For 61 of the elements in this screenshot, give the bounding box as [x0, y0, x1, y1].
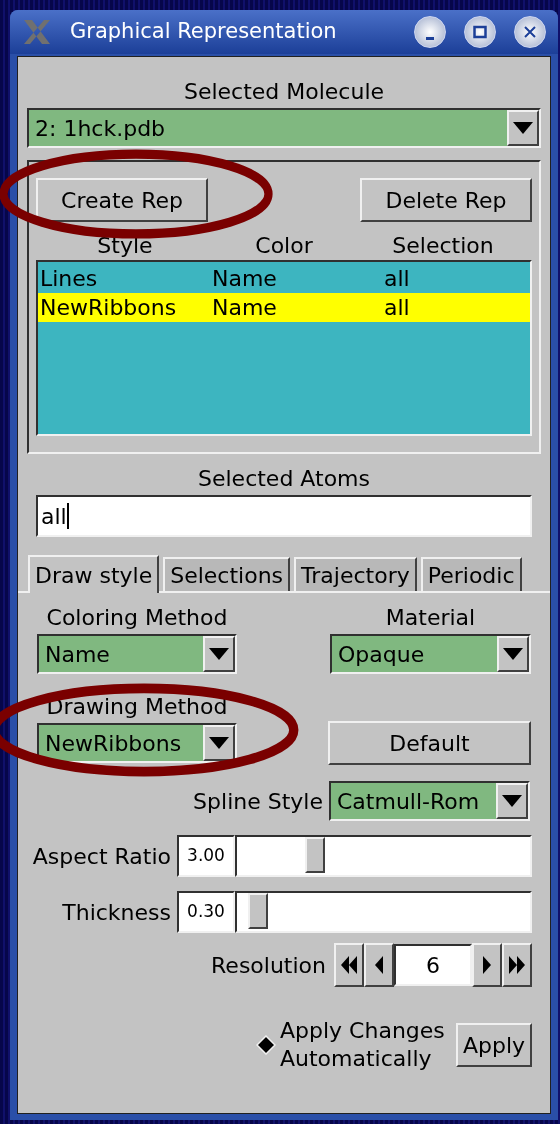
slider-thumb[interactable]	[247, 893, 268, 929]
column-header: Color	[254, 231, 314, 260]
increment-button[interactable]	[472, 943, 502, 987]
table-cell-text: Name	[212, 265, 278, 293]
minimize-icon	[423, 36, 437, 40]
coloring-label: Coloring Method	[46, 604, 228, 632]
rep-button[interactable]: Create Rep	[36, 178, 208, 222]
decrement-button[interactable]	[334, 943, 364, 987]
rep-button[interactable]: Delete Rep	[360, 178, 532, 222]
rep-row[interactable]: NewRibbons Name all	[38, 293, 530, 322]
caret-icon	[503, 648, 523, 660]
caret-icon	[209, 648, 229, 660]
dropdown[interactable]: Catmull-Rom	[329, 781, 530, 821]
step-right-icon	[483, 956, 491, 974]
window-title: Graphical Representation	[70, 18, 338, 46]
table-cell-text: NewRibbons	[39, 294, 178, 322]
fast-right-icon	[509, 956, 525, 974]
dropdown[interactable]: Name	[37, 634, 237, 674]
tab[interactable]: Periodic	[420, 557, 522, 591]
close-button[interactable]	[514, 16, 546, 48]
table-cell-text: Lines	[39, 265, 99, 293]
atoms-input[interactable]: all	[36, 495, 532, 537]
column-header: Selection	[391, 231, 495, 260]
dropdown[interactable]: 2: 1hck.pdb	[27, 108, 541, 148]
step-left-icon	[375, 956, 383, 974]
default-button[interactable]: Default	[328, 721, 531, 765]
tab[interactable]: Draw style	[28, 555, 160, 593]
slider-value-field[interactable]: 3.00	[177, 835, 235, 877]
atoms-label: Selected Atoms	[198, 465, 370, 493]
minimize-button[interactable]	[414, 16, 446, 48]
maximize-icon	[473, 25, 487, 39]
caret-icon	[513, 122, 533, 134]
tab[interactable]: Trajectory	[294, 557, 417, 591]
spline-label: Spline Style	[193, 787, 323, 816]
resolution-field[interactable]: 6	[394, 944, 472, 986]
column-header: Style	[96, 231, 154, 260]
material-label: Material	[385, 604, 476, 632]
table-cell-text: Name	[212, 294, 278, 322]
rep-row[interactable]: Lines Name all	[38, 264, 530, 293]
increment-button[interactable]	[502, 943, 532, 987]
close-icon	[523, 25, 537, 39]
dropdown[interactable]: Opaque	[330, 634, 531, 674]
molecule-label: Selected Molecule	[183, 78, 385, 106]
fast-left-icon	[341, 956, 357, 974]
decrement-button[interactable]	[364, 943, 394, 987]
apply-button[interactable]: Apply	[456, 1023, 532, 1067]
auto-apply-label: Apply Changes Automatically	[280, 1017, 446, 1073]
x-logo-icon	[22, 19, 52, 45]
slider-label: Thickness	[62, 898, 171, 927]
caret-icon	[502, 795, 522, 807]
slider-thumb[interactable]	[305, 837, 326, 873]
caret-icon	[209, 737, 229, 749]
radio-diamond[interactable]	[256, 1035, 276, 1055]
dropdown[interactable]: NewRibbons	[37, 723, 237, 763]
maximize-button[interactable]	[464, 16, 496, 48]
slider-value-field[interactable]: 0.30	[177, 891, 235, 933]
slider-label: Aspect Ratio	[32, 842, 171, 871]
resolution-label: Resolution	[211, 951, 326, 980]
table-cell-text: all	[384, 294, 411, 322]
table-cell-text: all	[384, 265, 411, 293]
tab[interactable]: Selections	[163, 557, 291, 591]
